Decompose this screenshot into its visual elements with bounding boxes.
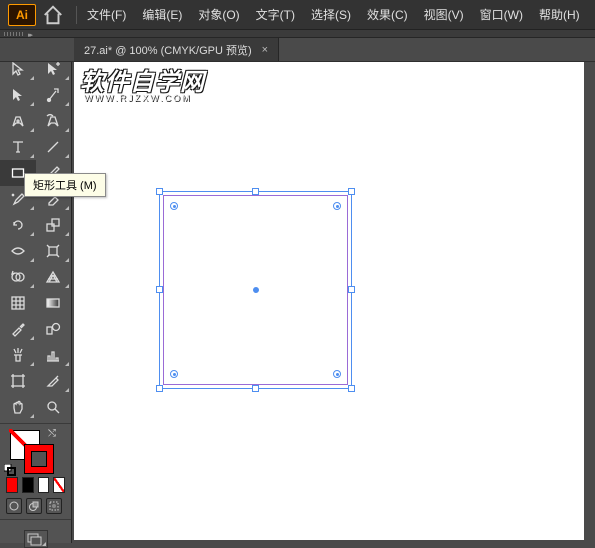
gradient-tool[interactable] (36, 290, 72, 316)
color-swatch-row (0, 474, 71, 496)
draw-behind-icon[interactable] (26, 498, 42, 514)
curvature-tool[interactable] (36, 108, 72, 134)
screen-mode-button[interactable] (0, 530, 71, 548)
hand-tool[interactable] (0, 394, 36, 420)
rotate-tool[interactable] (0, 212, 36, 238)
watermark: 软件自学网 WWW.RJZXW.COM (80, 62, 205, 103)
mesh-tool[interactable] (0, 290, 36, 316)
column-graph-tool[interactable] (36, 342, 72, 368)
line-segment-tool[interactable] (36, 134, 72, 160)
menu-help[interactable]: 帮助(H) (531, 0, 588, 30)
watermark-line1: 软件自学网 (80, 62, 205, 97)
swap-fill-stroke-icon[interactable]: ⤭ (48, 428, 60, 440)
free-transform-tool[interactable] (36, 238, 72, 264)
swatch-red[interactable] (6, 477, 18, 493)
magic-wand-tool[interactable] (0, 82, 36, 108)
eyedropper-tool[interactable] (0, 316, 36, 342)
menu-edit[interactable]: 编辑(E) (134, 0, 190, 30)
draw-inside-icon[interactable] (46, 498, 62, 514)
swatch-black[interactable] (22, 477, 34, 493)
artboard-tool[interactable] (0, 368, 36, 394)
menu-view[interactable]: 视图(V) (416, 0, 472, 30)
tool-panel: ◂◂ (0, 38, 72, 543)
fill-stroke-control[interactable]: ⤭ (0, 428, 71, 474)
width-tool[interactable] (0, 238, 36, 264)
menu-bar: Ai 文件(F) 编辑(E) 对象(O) 文字(T) 选择(S) 效果(C) 视… (0, 0, 595, 30)
resize-handle[interactable] (252, 385, 259, 392)
slice-tool[interactable] (36, 368, 72, 394)
menu-select[interactable]: 选择(S) (303, 0, 359, 30)
document-tab-label: 27.ai* @ 100% (CMYK/GPU 预览) (84, 42, 252, 58)
default-fill-stroke-icon[interactable] (4, 463, 16, 475)
type-tool[interactable] (0, 134, 36, 160)
tool-tooltip: 矩形工具 (M) (24, 173, 106, 197)
menu-effect[interactable]: 效果(C) (359, 0, 416, 30)
lasso-tool[interactable] (36, 82, 72, 108)
menu-type[interactable]: 文字(T) (248, 0, 303, 30)
control-bar-collapsed[interactable]: ▸▸ (0, 30, 595, 38)
tool-grid (0, 56, 71, 420)
menu-file[interactable]: 文件(F) (79, 0, 134, 30)
resize-handle[interactable] (156, 188, 163, 195)
pen-tool[interactable] (0, 108, 36, 134)
document-tab[interactable]: 27.ai* @ 100% (CMYK/GPU 预览) × (74, 38, 279, 61)
close-icon[interactable]: × (262, 44, 268, 56)
resize-handle[interactable] (156, 385, 163, 392)
zoom-tool[interactable] (36, 394, 72, 420)
menu-object[interactable]: 对象(O) (190, 0, 247, 30)
perspective-grid-tool[interactable] (36, 264, 72, 290)
swatch-none[interactable] (53, 477, 65, 493)
canvas[interactable]: 软件自学网 WWW.RJZXW.COM (74, 62, 584, 540)
resize-handle[interactable] (252, 188, 259, 195)
home-icon[interactable] (42, 4, 64, 26)
blend-tool[interactable] (36, 316, 72, 342)
document-tab-strip: 27.ai* @ 100% (CMYK/GPU 预览) × (0, 38, 595, 62)
resize-handle[interactable] (156, 286, 163, 293)
watermark-line2: WWW.RJZXW.COM (84, 93, 205, 103)
separator (76, 6, 77, 24)
selection-bounding-box[interactable] (159, 191, 352, 389)
workspace: 软件自学网 WWW.RJZXW.COM (74, 62, 595, 543)
menu-list: 文件(F) 编辑(E) 对象(O) 文字(T) 选择(S) 效果(C) 视图(V… (79, 0, 588, 30)
draw-normal-icon[interactable] (6, 498, 22, 514)
scale-tool[interactable] (36, 212, 72, 238)
center-point-icon[interactable] (253, 287, 259, 293)
shape-builder-tool[interactable] (0, 264, 36, 290)
resize-handle[interactable] (348, 188, 355, 195)
swatch-white[interactable] (38, 477, 50, 493)
resize-handle[interactable] (348, 385, 355, 392)
app-logo: Ai (8, 4, 36, 26)
draw-mode-row (0, 496, 71, 516)
menu-window[interactable]: 窗口(W) (472, 0, 531, 30)
resize-handle[interactable] (348, 286, 355, 293)
stroke-swatch[interactable] (24, 444, 54, 474)
symbol-sprayer-tool[interactable] (0, 342, 36, 368)
